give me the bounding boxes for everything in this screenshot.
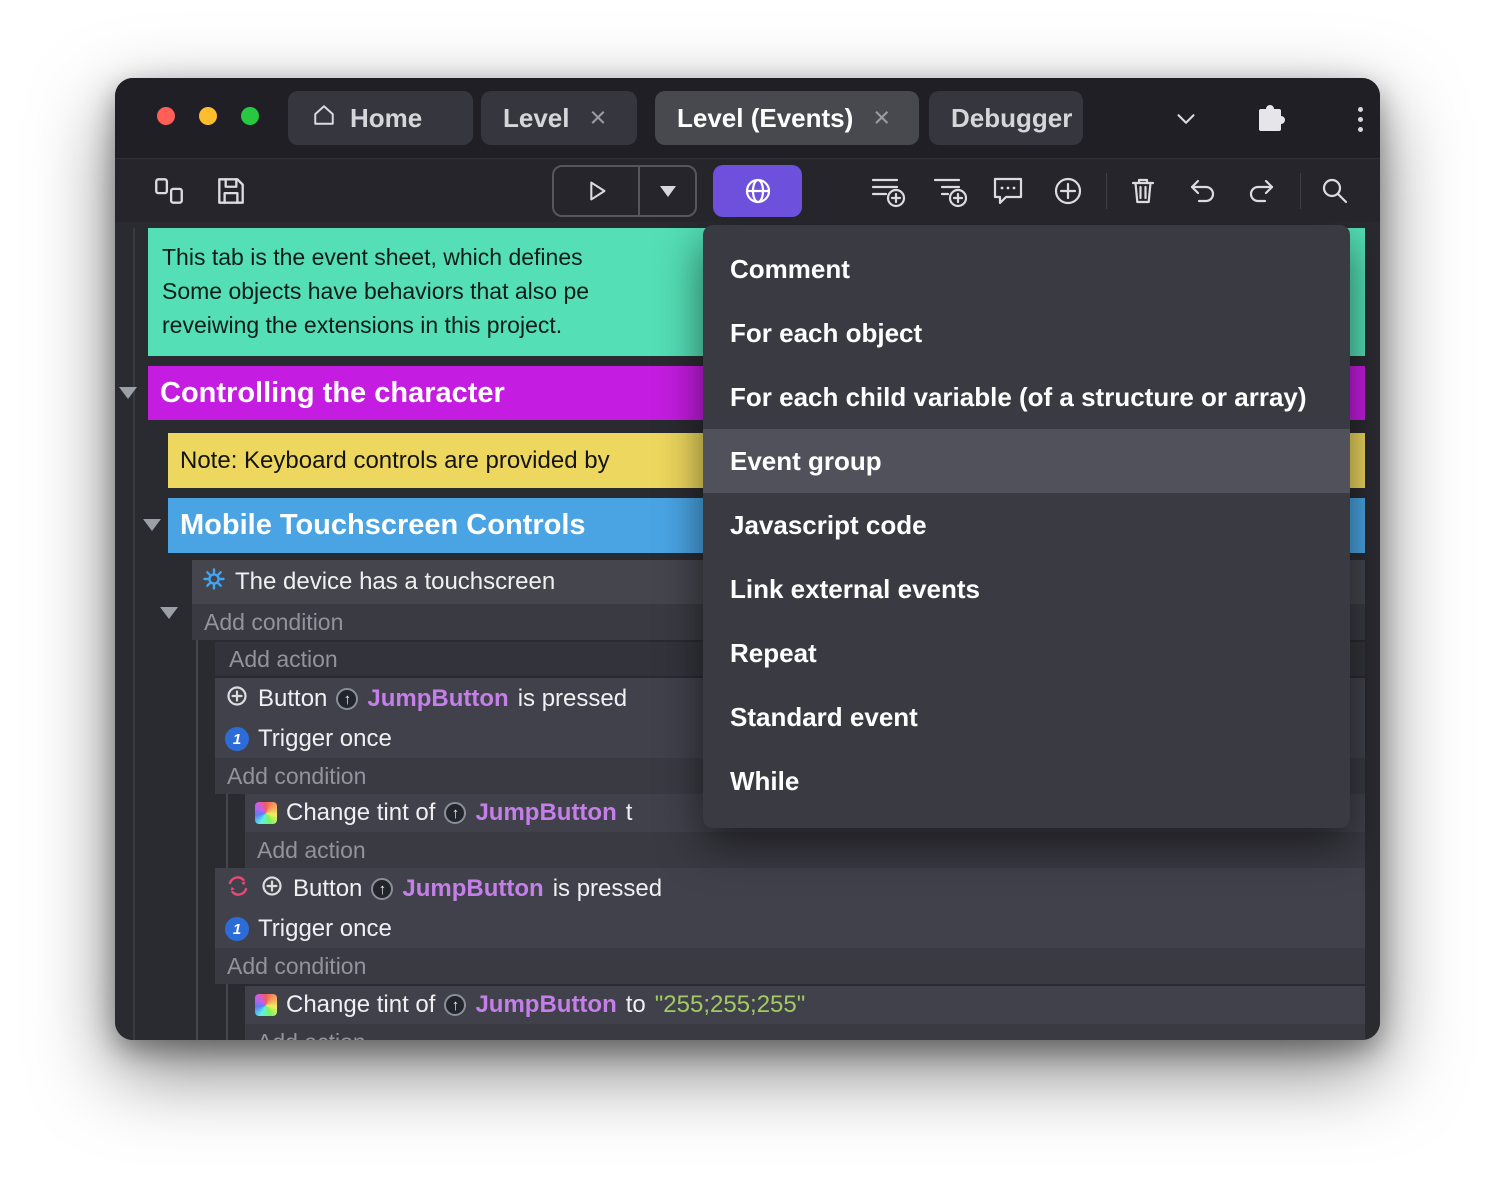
minimize-window-button[interactable]: [199, 107, 217, 125]
network-preview-button[interactable]: [713, 165, 802, 217]
trigger-once-icon: 1: [225, 917, 249, 941]
add-condition-button[interactable]: Add condition: [215, 948, 1365, 984]
close-tab-icon[interactable]: ×: [590, 102, 607, 135]
trigger-once-icon: 1: [225, 727, 249, 751]
redo-icon[interactable]: [1236, 165, 1288, 217]
tab-debugger[interactable]: Debugger: [929, 91, 1083, 145]
add-action-button[interactable]: Add action: [245, 832, 1365, 868]
save-icon[interactable]: [205, 165, 257, 217]
add-event-icon[interactable]: [862, 165, 914, 217]
jumpbutton-object-icon: ↑: [336, 688, 359, 710]
add-action-button[interactable]: Add action: [245, 1024, 1365, 1040]
close-tab-icon[interactable]: ×: [873, 102, 890, 135]
close-window-button[interactable]: [157, 107, 175, 125]
maximize-window-button[interactable]: [241, 107, 259, 125]
globe-icon: [745, 178, 770, 204]
group-title: Controlling the character: [160, 376, 505, 409]
dropdown-arrow-icon: [659, 185, 676, 197]
button-control-icon: [260, 874, 284, 905]
add-comment-icon[interactable]: [982, 165, 1034, 217]
object-name: JumpButton: [367, 685, 509, 712]
gear-icon: [202, 567, 226, 598]
search-icon[interactable]: [1309, 165, 1361, 217]
tab-label: Debugger: [951, 102, 1073, 133]
object-name: JumpButton: [402, 875, 544, 902]
menu-item-javascript-code[interactable]: Javascript code: [703, 493, 1350, 557]
more-options-kebab-icon[interactable]: [1341, 100, 1379, 138]
add-event-context-menu: Comment For each object For each child v…: [703, 225, 1350, 828]
home-icon: [310, 101, 338, 136]
collapse-arrow-icon[interactable]: [160, 607, 178, 619]
tab-label: Home: [350, 102, 423, 133]
jumpbutton-object-icon: ↑: [371, 878, 394, 900]
event-jumpbutton-pressed-inverted[interactable]: Button ↑ JumpButton is pressed 1 Trigger…: [215, 868, 1365, 984]
tab-label: Level (Events): [677, 102, 854, 133]
menu-item-event-group[interactable]: Event group: [703, 429, 1350, 493]
project-panels-icon[interactable]: [143, 165, 195, 217]
extensions-puzzle-icon[interactable]: [1251, 100, 1289, 138]
toolbar: [115, 158, 1380, 222]
menu-item-repeat[interactable]: Repeat: [703, 621, 1350, 685]
undo-icon[interactable]: [1176, 165, 1228, 217]
toolbar-divider: [1300, 173, 1301, 209]
note-text: Note: Keyboard controls are provided by: [180, 446, 610, 474]
app-window: Home Level × Level (Events) × Debugger T…: [115, 78, 1380, 1040]
group-title: Mobile Touchscreen Controls: [180, 509, 586, 541]
tint-color-icon: [255, 802, 277, 824]
tree-guide-line: [133, 228, 135, 1040]
tree-guide-line: [196, 640, 198, 1040]
object-name: JumpButton: [475, 799, 617, 826]
menu-item-link-external-events[interactable]: Link external events: [703, 557, 1350, 621]
condition-row[interactable]: Button ↑ JumpButton is pressed: [215, 868, 1365, 910]
collapse-arrow-icon[interactable]: [119, 387, 137, 399]
jumpbutton-object-icon: ↑: [444, 802, 467, 824]
toolbar-divider: [1106, 173, 1107, 209]
add-circle-icon[interactable]: [1042, 165, 1094, 217]
inverted-condition-icon: [225, 873, 251, 906]
titlebar: Home Level × Level (Events) × Debugger: [115, 78, 1380, 158]
button-control-icon: [225, 684, 249, 715]
menu-item-for-each-object[interactable]: For each object: [703, 301, 1350, 365]
tab-home[interactable]: Home: [288, 91, 473, 145]
action-change-tint-white[interactable]: Change tint of ↑ JumpButton to "255;255;…: [245, 986, 1365, 1040]
menu-item-while[interactable]: While: [703, 749, 1350, 813]
condition-text: The device has a touchscreen: [235, 568, 556, 595]
add-subevent-icon[interactable]: [924, 165, 976, 217]
tint-value: "255;255;255": [654, 991, 806, 1018]
condition-row[interactable]: 1 Trigger once: [215, 910, 1365, 948]
event-sheet: This tab is the event sheet, which defin…: [115, 222, 1380, 1040]
jumpbutton-object-icon: ↑: [444, 994, 467, 1016]
preview-button-group: [552, 165, 697, 217]
preview-dropdown-button[interactable]: [640, 167, 695, 215]
tabs-chevron-down-icon[interactable]: [1167, 100, 1205, 138]
object-name: JumpButton: [475, 991, 617, 1018]
play-preview-button[interactable]: [554, 167, 640, 215]
menu-item-for-each-child-variable[interactable]: For each child variable (of a structure …: [703, 365, 1350, 429]
tab-label: Level: [503, 102, 570, 133]
delete-trash-icon[interactable]: [1117, 165, 1169, 217]
tab-level[interactable]: Level ×: [481, 91, 637, 145]
collapse-arrow-icon[interactable]: [143, 519, 161, 531]
tab-level-events[interactable]: Level (Events) ×: [655, 91, 919, 145]
menu-item-comment[interactable]: Comment: [703, 237, 1350, 301]
menu-item-standard-event[interactable]: Standard event: [703, 685, 1350, 749]
tint-color-icon: [255, 994, 277, 1016]
action-row[interactable]: Change tint of ↑ JumpButton to "255;255;…: [245, 986, 1365, 1024]
